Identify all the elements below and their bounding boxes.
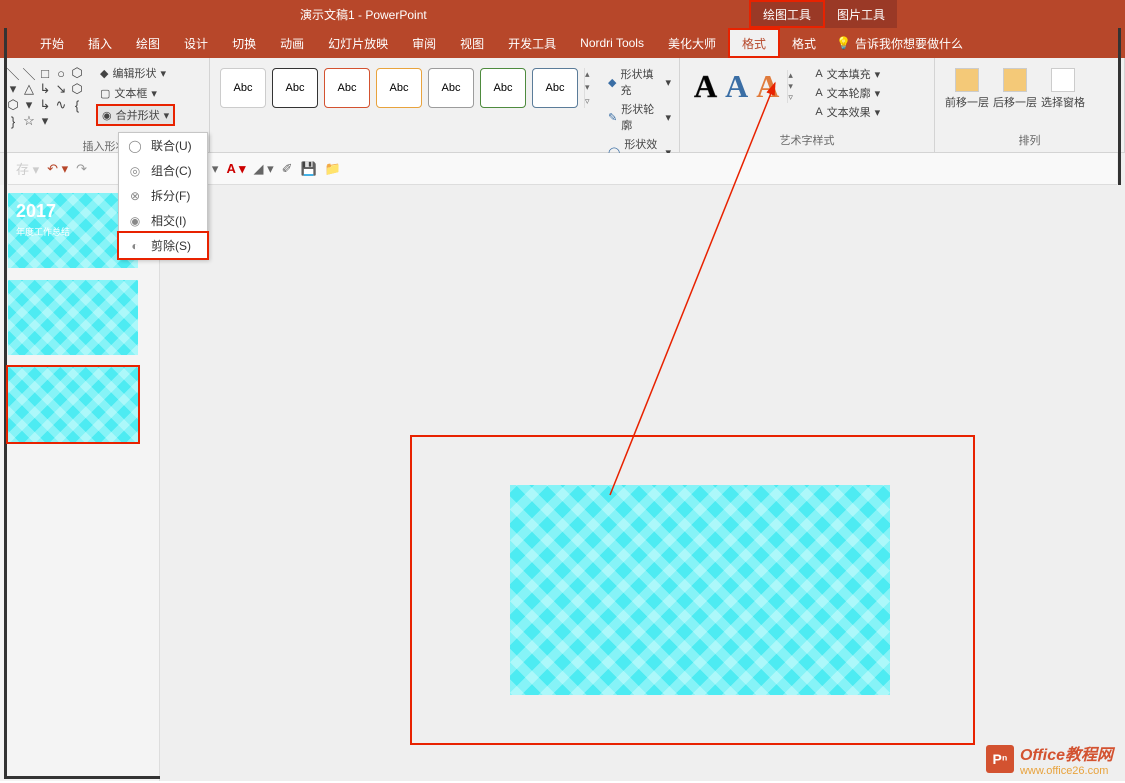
fill-icon: ◆ xyxy=(608,76,616,89)
shape-outline-button[interactable]: ✎形状轮廓 ▾ xyxy=(608,101,671,133)
ribbon-tabs: 开始 插入 绘图 设计 切换 动画 幻灯片放映 审阅 视图 开发工具 Nordr… xyxy=(0,28,1125,58)
merge-shapes-icon: ◉ xyxy=(102,109,112,122)
qat-save[interactable]: 💾 xyxy=(301,161,317,177)
wordart-gallery[interactable]: A A A ▴▾▿ xyxy=(684,62,811,111)
tab-review[interactable]: 审阅 xyxy=(400,28,448,58)
group-label-wordart: 艺术字样式 xyxy=(680,130,934,152)
qat-redo[interactable]: ↷ xyxy=(76,161,87,177)
tab-transitions[interactable]: 切换 xyxy=(220,28,268,58)
tab-draw[interactable]: 绘图 xyxy=(124,28,172,58)
tab-slideshow[interactable]: 幻灯片放映 xyxy=(316,28,400,58)
slide1-year: 2017 xyxy=(16,201,56,222)
textbox-icon: ▢ xyxy=(100,87,110,100)
text-effects-icon: A xyxy=(815,106,822,118)
fragment-icon: ⊗ xyxy=(127,188,143,204)
style-preset-5[interactable]: Abc xyxy=(428,68,474,108)
selection-pane-button[interactable]: 选择窗格 xyxy=(1041,68,1085,110)
dropdown-combine[interactable]: ◎组合(C) xyxy=(119,158,207,183)
edit-shape-icon: ◆ xyxy=(100,67,108,80)
text-outline-button[interactable]: A文本轮廓 ▾ xyxy=(815,85,880,101)
bring-forward-icon xyxy=(955,68,979,92)
tab-beautify[interactable]: 美化大师 xyxy=(656,28,728,58)
qat-undo[interactable]: ↶ ▾ xyxy=(47,161,68,177)
send-backward-button[interactable]: 后移一层 xyxy=(993,68,1037,110)
dropdown-fragment[interactable]: ⊗拆分(F) xyxy=(119,183,207,208)
style-preset-6[interactable]: Abc xyxy=(480,68,526,108)
dropdown-subtract[interactable]: ◐剪除(S) xyxy=(117,231,209,260)
drawing-tools-tab[interactable]: 绘图工具 xyxy=(749,0,825,28)
combine-icon: ◎ xyxy=(127,163,143,179)
merge-shapes-dropdown: ◯联合(U) ◎组合(C) ⊗拆分(F) ◉相交(I) ◐剪除(S) xyxy=(118,132,208,259)
qat-eyedropper[interactable]: ✐ xyxy=(282,161,293,177)
tab-view[interactable]: 视图 xyxy=(448,28,496,58)
style-preset-4[interactable]: Abc xyxy=(376,68,422,108)
qat-save-disabled: 存 ▾ xyxy=(16,159,39,178)
tab-insert[interactable]: 插入 xyxy=(76,28,124,58)
tell-me-search[interactable]: 💡 告诉我你想要做什么 xyxy=(836,35,963,52)
tab-format-drawing[interactable]: 格式 xyxy=(728,28,780,58)
slide-thumbnail-2[interactable] xyxy=(8,280,138,355)
slide-canvas[interactable] xyxy=(160,185,1125,781)
thumbnail-bg xyxy=(8,367,138,442)
contextual-tool-tabs: 绘图工具 图片工具 xyxy=(749,0,897,28)
style-preset-7[interactable]: Abc xyxy=(532,68,578,108)
wordart-style-2[interactable]: A xyxy=(725,68,748,105)
window-title: 演示文稿1 - PowerPoint xyxy=(300,6,427,23)
wordart-expand-icon[interactable]: ▴▾▿ xyxy=(787,70,801,103)
text-fill-icon: A xyxy=(815,68,822,80)
subtract-icon: ◐ xyxy=(127,238,143,254)
intersect-icon: ◉ xyxy=(127,213,143,229)
send-backward-icon xyxy=(1003,68,1027,92)
selected-shape[interactable] xyxy=(510,485,890,695)
tab-nordri[interactable]: Nordri Tools xyxy=(568,28,656,58)
text-fill-button[interactable]: A文本填充 ▾ xyxy=(815,66,880,82)
outline-icon: ✎ xyxy=(608,111,617,124)
shape-styles-gallery[interactable]: Abc Abc Abc Abc Abc Abc Abc ▴▾▿ xyxy=(214,62,604,114)
shape-pattern xyxy=(510,485,890,695)
title-bar: 演示文稿1 - PowerPoint 绘图工具 图片工具 xyxy=(0,0,1125,28)
merge-shapes-button[interactable]: ◉合并形状 ▾ xyxy=(96,104,175,126)
slide-thumbnail-3[interactable] xyxy=(8,367,138,442)
union-icon: ◯ xyxy=(127,138,143,154)
group-label-arrange: 排列 xyxy=(935,130,1124,152)
style-preset-3[interactable]: Abc xyxy=(324,68,370,108)
thumbnail-bg xyxy=(8,280,138,355)
qat-folder[interactable]: 📁 xyxy=(325,161,341,177)
selection-pane-icon xyxy=(1051,68,1075,92)
tab-format-picture[interactable]: 格式 xyxy=(780,28,828,58)
text-effects-button[interactable]: A文本效果 ▾ xyxy=(815,104,880,120)
watermark: Pⁿ Office教程网 www.office26.com xyxy=(986,741,1113,777)
edit-shape-button[interactable]: ◆编辑形状 ▾ xyxy=(96,64,175,82)
textbox-button[interactable]: ▢文本框 ▾ xyxy=(96,84,175,102)
bring-forward-button[interactable]: 前移一层 xyxy=(945,68,989,110)
watermark-url: www.office26.com xyxy=(1020,765,1113,777)
slide1-subtitle: 年度工作总结 xyxy=(16,225,70,238)
picture-tools-tab[interactable]: 图片工具 xyxy=(825,0,897,28)
tab-developer[interactable]: 开发工具 xyxy=(496,28,568,58)
tab-design[interactable]: 设计 xyxy=(172,28,220,58)
slide-thumbnails-panel: 2017 年度工作总结 xyxy=(0,185,160,781)
watermark-logo-icon: Pⁿ xyxy=(986,745,1014,773)
style-preset-1[interactable]: Abc xyxy=(220,68,266,108)
style-preset-2[interactable]: Abc xyxy=(272,68,318,108)
lightbulb-icon: 💡 xyxy=(836,36,851,50)
gallery-expand-icon[interactable]: ▴▾▿ xyxy=(584,68,598,108)
wordart-style-3[interactable]: A xyxy=(756,68,779,105)
dropdown-union[interactable]: ◯联合(U) xyxy=(119,133,207,158)
watermark-brand: Office教程网 xyxy=(1020,741,1113,765)
text-outline-icon: A xyxy=(815,87,822,99)
qat-highlight[interactable]: ◢ ▾ xyxy=(253,161,273,177)
wordart-style-1[interactable]: A xyxy=(694,68,717,105)
shapes-gallery-mini[interactable]: ＼＼□○⬡▾ △↳↘⬡⬡▾ ↳∿{}☆▾ xyxy=(4,62,96,132)
tab-home[interactable]: 开始 xyxy=(28,28,76,58)
tab-animations[interactable]: 动画 xyxy=(268,28,316,58)
shape-fill-button[interactable]: ◆形状填充 ▾ xyxy=(608,66,671,98)
qat-font-color[interactable]: A ▾ xyxy=(226,161,245,177)
dropdown-intersect[interactable]: ◉相交(I) xyxy=(119,208,207,233)
